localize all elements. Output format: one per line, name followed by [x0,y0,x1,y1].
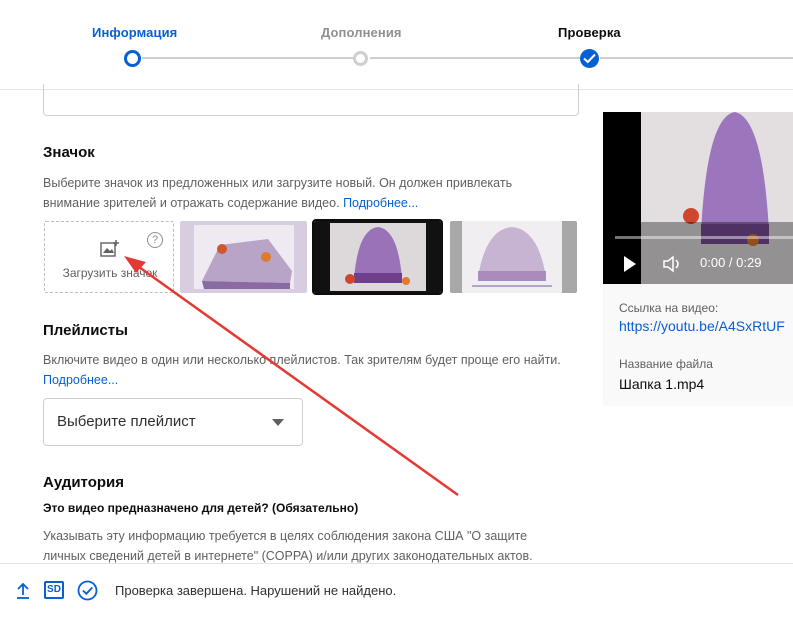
playlists-description-text: Включите видео в один или несколько плей… [43,353,561,367]
thumbnail-heading: Значок [43,144,95,161]
upload-thumbnail-button[interactable]: ? Загрузить значок [44,221,174,293]
step-connector [142,57,354,59]
playlist-select-value: Выберите плейлист [57,413,196,430]
playlist-select[interactable]: Выберите плейлист [43,398,303,446]
step-connector [370,57,580,59]
thumbnail-description: Выберите значок из предложенных или загр… [43,173,563,213]
step-review-label[interactable]: Проверка [558,25,621,40]
video-preview-card: 0:00 / 0:29 Ссылка на видео: https://you… [603,112,793,406]
step-review-check-icon[interactable] [580,49,599,68]
playlists-heading: Плейлисты [43,322,128,339]
playlists-more-link[interactable]: Подробнее... [43,373,118,387]
filename-label: Название файла [619,357,713,371]
thumbnail-option-2[interactable] [312,219,443,295]
video-progress-bar[interactable] [615,236,793,239]
upload-footer: SD Проверка завершена. Нарушений не найд… [0,563,793,617]
thumbnail-option-1[interactable] [180,221,307,293]
step-info-label[interactable]: Информация [92,25,177,40]
thumbnail-more-link[interactable]: Подробнее... [343,196,418,210]
dropdown-arrow-icon [272,419,284,426]
help-icon[interactable]: ? [147,232,163,248]
video-link[interactable]: https://youtu.be/A4SxRtUF [619,318,785,334]
check-circle-icon[interactable] [77,580,98,601]
step-extras-dot[interactable] [353,51,368,66]
video-link-label: Ссылка на видео: [619,301,719,315]
step-extras-label[interactable]: Дополнения [321,25,402,40]
upload-thumbnail-label: Загрузить значок [62,266,158,280]
play-icon[interactable] [624,256,636,272]
playlists-description: Включите видео в один или несколько плей… [43,350,563,390]
step-connector [600,57,793,59]
thumbnail-option-3[interactable] [450,221,577,293]
add-image-icon [100,240,119,257]
upload-icon[interactable] [15,582,31,600]
title-input[interactable] [43,84,579,116]
upload-stepper: Информация Дополнения Проверка [0,0,793,90]
sd-quality-icon[interactable]: SD [44,581,64,599]
volume-icon[interactable] [663,255,683,273]
kids-question: Это видео предназначено для детей? (Обяз… [43,501,359,515]
filename-value: Шапка 1.mp4 [619,376,705,392]
video-time: 0:00 / 0:29 [700,255,762,270]
video-player[interactable]: 0:00 / 0:29 [603,112,793,284]
check-status-text: Проверка завершена. Нарушений не найдено… [115,583,397,598]
thumbnail-description-text: Выберите значок из предложенных или загр… [43,176,513,210]
coppa-text: Указывать эту информацию требуется в цел… [43,529,533,563]
step-info-dot[interactable] [124,50,141,67]
audience-heading: Аудитория [43,474,124,491]
